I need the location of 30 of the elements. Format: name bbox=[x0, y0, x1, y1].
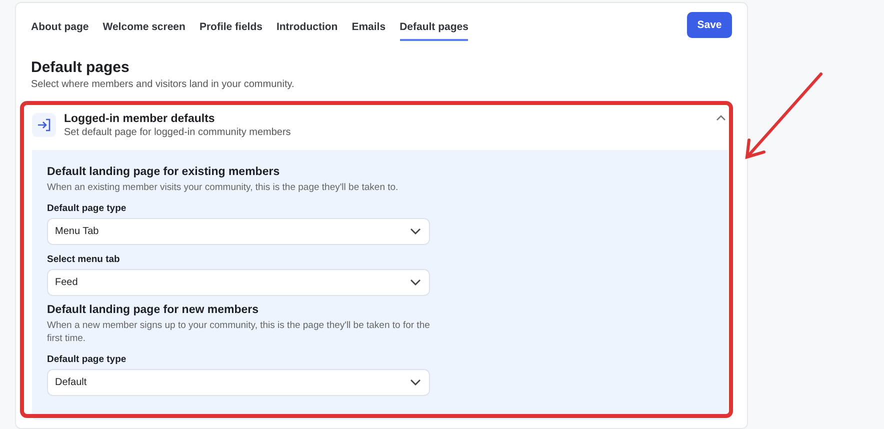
chevron-down-icon bbox=[410, 228, 421, 235]
tab[interactable]: About page bbox=[31, 21, 89, 41]
tab[interactable]: Emails bbox=[352, 21, 386, 41]
select-dropdown[interactable]: Feed bbox=[47, 269, 430, 296]
group-title: Default landing page for existing members bbox=[47, 166, 281, 178]
select-dropdown[interactable]: Default bbox=[47, 369, 430, 396]
tab[interactable]: Introduction bbox=[276, 21, 338, 41]
tab[interactable]: Default pages bbox=[400, 21, 468, 41]
field-label: Select menu tab bbox=[47, 254, 121, 265]
section-subtitle: Set default page for logged-in community members bbox=[64, 126, 292, 138]
field-label: Default page type bbox=[47, 203, 128, 214]
sign-in-icon bbox=[32, 113, 56, 137]
group-description: When a new member signs up to your community, this is the page they'll be taken to for the first time. bbox=[47, 319, 431, 345]
section-title: Logged-in member defaults bbox=[64, 112, 216, 124]
save-button[interactable]: Save bbox=[687, 12, 732, 38]
select-value: Feed bbox=[55, 277, 78, 288]
group-description: When an existing member visits your community, this is the page they'll be taken to. bbox=[47, 181, 400, 194]
section-header[interactable]: Logged-in member defaults Set default page for logged-in community members bbox=[32, 105, 728, 145]
chevron-down-icon bbox=[410, 379, 421, 386]
chevron-down-icon bbox=[410, 279, 421, 286]
page-subtitle: Select where members and visitors land in your community. bbox=[31, 79, 296, 90]
select-dropdown[interactable]: Menu Tab bbox=[47, 218, 430, 245]
select-value: Menu Tab bbox=[55, 226, 99, 237]
group-title: Default landing page for new members bbox=[47, 304, 260, 316]
caret-up-icon bbox=[716, 115, 726, 121]
tab[interactable]: Welcome screen bbox=[102, 21, 186, 41]
tab[interactable]: Profile fields bbox=[199, 21, 262, 41]
field-label: Default page type bbox=[47, 354, 128, 365]
page-title: Default pages bbox=[31, 59, 130, 76]
select-value: Default bbox=[55, 377, 87, 388]
